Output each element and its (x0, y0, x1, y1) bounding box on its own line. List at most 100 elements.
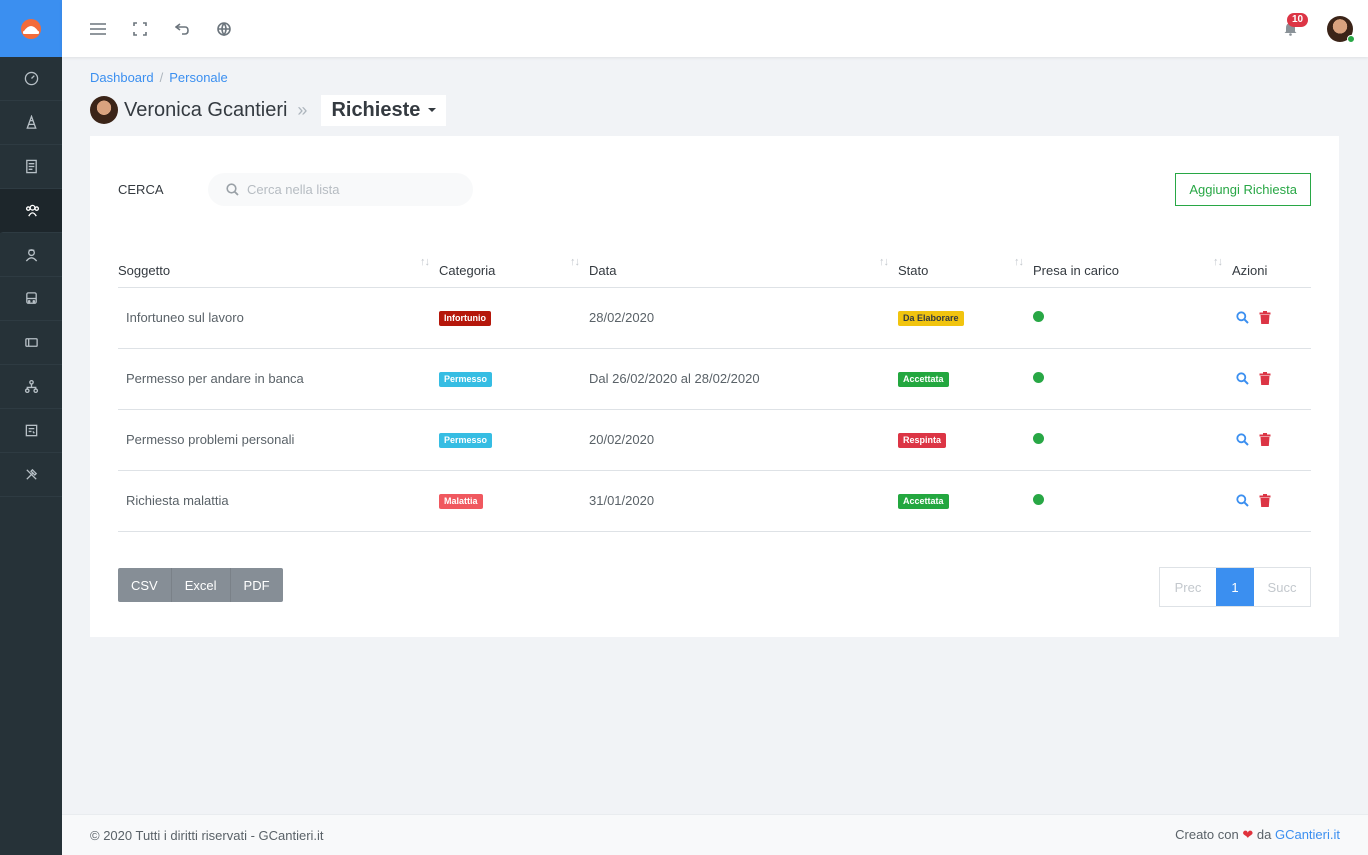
footer-gcantieri-link[interactable]: GCantieri.it (1275, 827, 1340, 842)
cell-date: 31/01/2020 (589, 470, 898, 532)
bus-icon (25, 292, 37, 304)
breadcrumb-personale-link[interactable]: Personale (169, 70, 228, 85)
pagination-prev-button[interactable]: Prec (1160, 568, 1216, 606)
trash-icon[interactable] (1259, 433, 1271, 446)
search-input[interactable] (247, 182, 467, 197)
category-badge: Malattia (439, 494, 483, 509)
export-excel-button[interactable]: Excel (171, 568, 231, 602)
section-dropdown[interactable]: Richieste (321, 94, 447, 126)
notifications-button[interactable]: 10 (1275, 0, 1309, 57)
taken-status-dot (1033, 494, 1044, 505)
breadcrumb-dashboard-link[interactable]: Dashboard (90, 70, 154, 85)
online-status-indicator (1347, 34, 1355, 43)
requests-table: Soggetto ↑↓ Categoria ↑↓ Data ↑↓ Stato ↑↓ Pr… (118, 244, 1311, 532)
sidebar-item-documenti[interactable] (0, 145, 62, 189)
trash-icon[interactable] (1259, 311, 1271, 324)
view-search-icon[interactable] (1236, 494, 1249, 507)
hierarchy-icon (24, 379, 38, 394)
sort-icon[interactable]: ↑↓ (1014, 256, 1024, 268)
cell-presa-in-carico (1033, 470, 1232, 532)
sort-icon[interactable]: ↑↓ (420, 256, 430, 268)
sidebar-item-personale[interactable] (0, 189, 62, 233)
column-header-soggetto[interactable]: Soggetto ↑↓ (118, 244, 439, 288)
cell-presa-in-carico (1033, 409, 1232, 471)
sidebar-item-dashboard[interactable] (0, 57, 62, 101)
fullscreen-icon (133, 21, 147, 36)
header-separator: » (297, 99, 308, 120)
add-request-button[interactable]: Aggiungi Richiesta (1175, 173, 1311, 206)
trash-icon[interactable] (1259, 372, 1271, 385)
trash-icon[interactable] (1259, 494, 1271, 507)
cone-icon (25, 115, 37, 129)
category-badge: Permesso (439, 372, 493, 387)
page-header: Veronica Gcantieri » Richieste (90, 94, 447, 126)
taken-status-dot (1033, 433, 1044, 444)
pagination-next-button[interactable]: Succ (1254, 568, 1310, 606)
notification-count-badge: 10 (1287, 13, 1309, 27)
cell-status: Da Elaborare (898, 287, 1033, 349)
view-search-icon[interactable] (1236, 433, 1249, 446)
topbar: 10 (62, 0, 1368, 57)
export-csv-button[interactable]: CSV (118, 568, 172, 602)
table-row: Richiesta malattia Malattia 31/01/2020 A… (118, 470, 1311, 532)
export-pdf-button[interactable]: PDF (230, 568, 283, 602)
sidebar-item-mezzi[interactable] (0, 277, 62, 321)
worker-icon (25, 249, 37, 262)
sidebar-item-utenti[interactable] (0, 233, 62, 277)
sidebar (0, 0, 62, 855)
cell-category: Malattia (439, 470, 589, 532)
ticket-icon (24, 338, 38, 347)
cell-presa-in-carico (1033, 287, 1232, 349)
status-badge: Da Elaborare (898, 311, 964, 326)
table-header-row: Soggetto ↑↓ Categoria ↑↓ Data ↑↓ Stato ↑↓ Pr… (118, 244, 1311, 288)
status-badge: Accettata (898, 372, 949, 387)
sidebar-item-ticket[interactable] (0, 321, 62, 365)
column-header-azioni: Azioni (1232, 244, 1311, 288)
cell-date: 20/02/2020 (589, 409, 898, 471)
sidebar-item-report[interactable] (0, 409, 62, 453)
sidebar-item-cantieri[interactable] (0, 101, 62, 145)
status-badge: Respinta (898, 433, 947, 448)
globe-icon (217, 21, 231, 36)
sidebar-item-organigramma[interactable] (0, 365, 62, 409)
sort-icon[interactable]: ↑↓ (879, 256, 889, 268)
breadcrumb: Dashboard / Personale (90, 70, 228, 85)
column-header-data[interactable]: Data ↑↓ (589, 244, 898, 288)
column-header-stato[interactable]: Stato ↑↓ (898, 244, 1033, 288)
app-logo[interactable] (0, 0, 62, 57)
sort-icon[interactable]: ↑↓ (1213, 256, 1223, 268)
fullscreen-button[interactable] (119, 0, 161, 57)
cell-actions (1232, 409, 1311, 471)
sidebar-item-strumenti[interactable] (0, 453, 62, 497)
language-button[interactable] (203, 0, 245, 57)
table-row: Permesso per andare in banca Permesso Da… (118, 348, 1311, 410)
cell-presa-in-carico (1033, 348, 1232, 410)
cell-subject: Permesso per andare in banca (118, 348, 439, 410)
footer: © 2020 Tutti i diritti riservati - GCant… (62, 814, 1368, 855)
taken-status-dot (1033, 311, 1044, 322)
table-row: Infortuneo sul lavoro Infortunio 28/02/2… (118, 287, 1311, 349)
cell-category: Infortunio (439, 287, 589, 349)
cell-category: Permesso (439, 409, 589, 471)
sort-icon[interactable]: ↑↓ (570, 256, 580, 268)
heart-icon: ❤ (1242, 827, 1254, 842)
user-avatar[interactable] (1327, 15, 1355, 43)
cell-subject: Richiesta malattia (118, 470, 439, 532)
report-icon (25, 424, 37, 437)
employee-avatar (90, 96, 118, 124)
view-search-icon[interactable] (1236, 372, 1249, 385)
cell-subject: Permesso problemi personali (118, 409, 439, 471)
back-button[interactable] (161, 0, 203, 57)
footer-by: da (1256, 827, 1272, 842)
column-header-categoria[interactable]: Categoria ↑↓ (439, 244, 589, 288)
column-header-presa-in-carico[interactable]: Presa in carico ↑↓ (1033, 244, 1232, 288)
pagination-page-button[interactable]: 1 (1216, 568, 1254, 606)
menu-toggle-button[interactable] (77, 0, 119, 57)
cell-actions (1232, 287, 1311, 349)
gauge-icon (24, 71, 38, 86)
cell-category: Permesso (439, 348, 589, 410)
status-badge: Accettata (898, 494, 949, 509)
cell-date: 28/02/2020 (589, 287, 898, 349)
cell-subject: Infortuneo sul lavoro (118, 287, 439, 349)
view-search-icon[interactable] (1236, 311, 1249, 324)
